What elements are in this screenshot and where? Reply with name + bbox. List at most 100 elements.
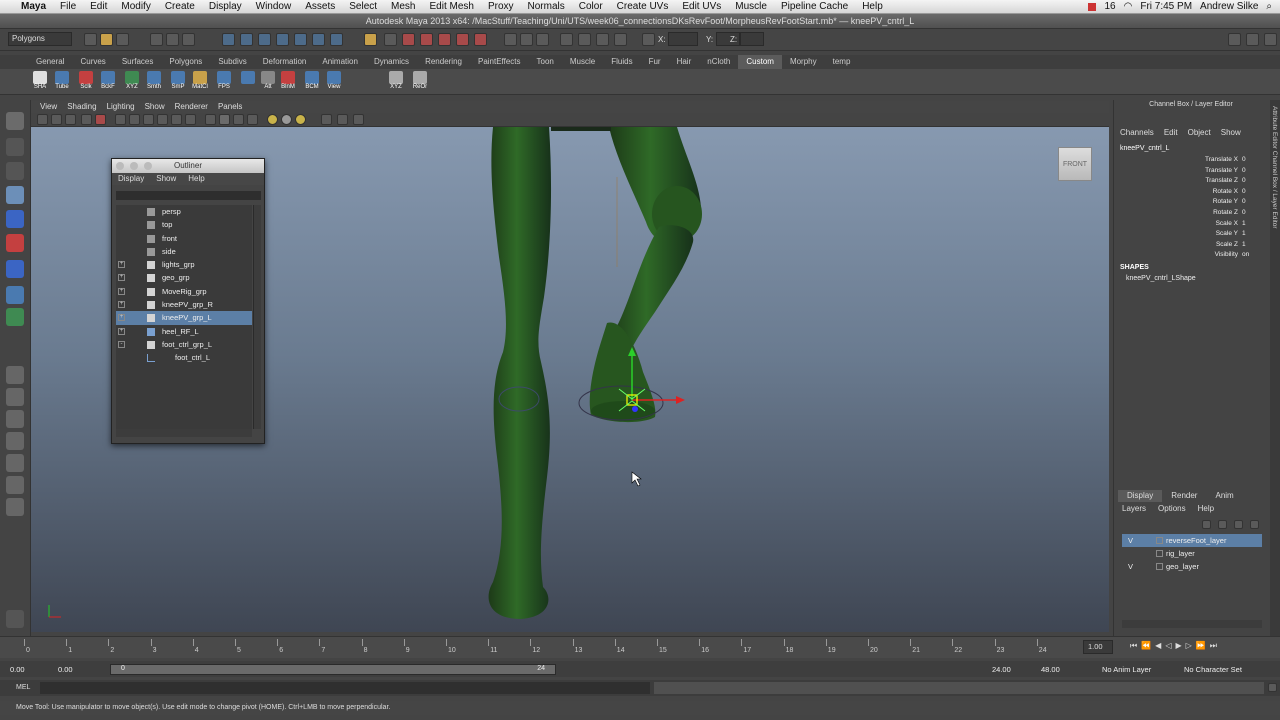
move-down-icon[interactable] [1250,520,1259,529]
lasso-tool-icon[interactable] [6,138,24,156]
layer-tab-anim[interactable]: Anim [1206,490,1242,502]
current-time-field[interactable]: 1.00 [1083,640,1113,654]
attribute-value[interactable]: 1 [1242,241,1272,248]
menu-maya[interactable]: Maya [14,1,53,12]
layer-menu-options[interactable]: Options [1158,504,1186,513]
shelf-tab-custom[interactable]: Custom [738,55,782,69]
shadows-icon[interactable] [295,114,306,125]
shelf-button-reor[interactable]: ReOr [410,71,430,93]
attribute-value[interactable]: 1 [1242,230,1272,237]
clock[interactable]: Fri 7:45 PM [1140,1,1192,12]
attribute-value[interactable]: 0 [1242,156,1272,163]
ipr-render-icon[interactable] [520,33,533,46]
attribute-value[interactable]: 0 [1242,188,1272,195]
soft-mod-icon[interactable] [6,308,24,326]
resolution-gate-icon[interactable] [129,114,140,125]
play-backward-icon[interactable]: ◁ [1165,641,1171,653]
layer-tab-display[interactable]: Display [1118,490,1163,502]
attribute-row[interactable]: Scale X1 [1120,220,1246,230]
zoom-icon[interactable] [144,162,152,170]
shelf-tab-polygons[interactable]: Polygons [161,55,210,69]
outliner-item[interactable]: front [116,232,252,245]
shelf-button-sha[interactable]: SHA [30,71,50,93]
outliner-menu-display[interactable]: Display [112,173,150,185]
menu-mesh[interactable]: Mesh [384,1,422,12]
attribute-value[interactable]: 0 [1242,167,1272,174]
dropbox-icon[interactable] [1088,2,1097,11]
move-up-icon[interactable] [1234,520,1243,529]
menu-assets[interactable]: Assets [298,1,342,12]
step-forward-key-icon[interactable]: ⏩ [1196,641,1206,653]
viewport-menu-show[interactable]: Show [140,101,170,113]
range-bar[interactable]: 0 24 [110,664,556,675]
render-settings-icon[interactable] [536,33,549,46]
expand-toggle-icon[interactable]: + [118,287,125,295]
attribute-value[interactable]: 1 [1242,220,1272,227]
film-gate-icon[interactable] [115,114,126,125]
menu-edit-mesh[interactable]: Edit Mesh [422,1,480,12]
minimize-icon[interactable] [130,162,138,170]
snap-point-icon[interactable] [420,33,433,46]
outliner-menu-show[interactable]: Show [150,173,182,185]
menu-edit-uvs[interactable]: Edit UVs [675,1,728,12]
expand-toggle-icon[interactable]: - [118,340,125,348]
outliner-item[interactable]: + kneePV_grp_L [116,311,252,325]
image-plane-icon[interactable] [81,114,92,125]
shelf-button-blnm[interactable]: BlnM [278,71,298,93]
outliner-item[interactable]: persp [116,205,252,218]
layer-row[interactable]: Vgeo_layer [1122,560,1262,573]
attribute-row[interactable]: Translate X0 [1120,156,1246,166]
menu-muscle[interactable]: Muscle [728,1,774,12]
shelf-tab-temp[interactable]: temp [825,55,859,69]
anim-layer-dropdown[interactable]: No Anim Layer [1102,664,1151,675]
hypershade-icon[interactable] [560,33,573,46]
isolate-select-icon[interactable] [321,114,332,125]
shelf-tab-fur[interactable]: Fur [641,55,669,69]
user-name[interactable]: Andrew Silke [1200,1,1258,12]
outliner-item[interactable]: foot_ctrl_L [116,351,252,364]
shelf-button-smth[interactable]: Smth [144,71,164,93]
mask-icon[interactable] [294,33,307,46]
layout-icon[interactable] [6,410,24,428]
play-forward-icon[interactable]: ▶ [1175,641,1181,653]
four-pane-layout-icon[interactable] [6,388,24,406]
shelf-tab-morphy[interactable]: Morphy [782,55,825,69]
mask-icon[interactable] [330,33,343,46]
shelf-tab-general[interactable]: General [28,55,72,69]
select-hierarchy-icon[interactable] [150,33,163,46]
attribute-value[interactable]: on [1242,251,1272,258]
outliner-item[interactable]: + MoveRig_grp [116,285,252,298]
save-scene-icon[interactable] [116,33,129,46]
character-set-dropdown[interactable]: No Character Set [1184,664,1242,675]
expand-toggle-icon[interactable]: + [118,261,125,269]
z-field[interactable] [740,32,764,46]
shelf-button-matcl[interactable]: MatCl [190,71,210,93]
layer-row[interactable]: rig_layer [1122,547,1262,560]
expand-toggle-icon[interactable]: + [118,327,125,335]
mode-dropdown[interactable]: Polygons [8,32,72,46]
relative-transform-icon[interactable] [614,33,627,46]
toggle-channel-box-icon[interactable] [1264,33,1277,46]
menu-create[interactable]: Create [158,1,202,12]
paint-select-tool-icon[interactable] [6,162,24,180]
menu-pipeline-cache[interactable]: Pipeline Cache [774,1,855,12]
shelf-tab-muscle[interactable]: Muscle [562,55,603,69]
viewport-menu-renderer[interactable]: Renderer [170,101,213,113]
outliner-item[interactable]: + geo_grp [116,271,252,284]
camera-select-icon[interactable] [37,114,48,125]
layer-scrollbar[interactable] [1122,620,1262,628]
mask-icon[interactable] [258,33,271,46]
outliner-menu-help[interactable]: Help [182,173,210,185]
layout-icon[interactable] [6,498,24,516]
shelf-tab-rendering[interactable]: Rendering [417,55,470,69]
animation-end-field[interactable]: 48.00 [1041,664,1060,675]
safe-action-icon[interactable] [171,114,182,125]
shelf-tab-dynamics[interactable]: Dynamics [366,55,417,69]
camera-attr-icon[interactable] [51,114,62,125]
shelf-button-tube[interactable]: Tube [52,71,72,93]
layer-color-swatch[interactable] [1156,537,1163,544]
channel-menu-edit[interactable]: Edit [1164,128,1178,137]
shelf-tab-surfaces[interactable]: Surfaces [114,55,162,69]
expand-toggle-icon[interactable]: + [118,301,125,309]
outliner-item[interactable]: + lights_grp [116,258,252,271]
